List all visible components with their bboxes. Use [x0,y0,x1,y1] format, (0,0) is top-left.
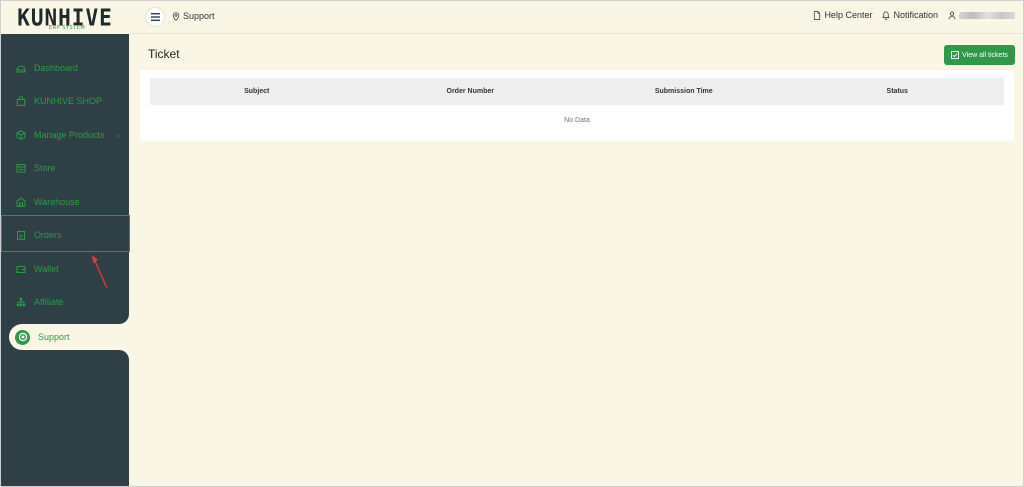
sidebar-item-dashboard[interactable]: Dashboard [1,51,129,84]
sidebar-item-store[interactable]: Store [1,151,129,184]
sidebar-item-kunhive-shop[interactable]: KUNHIVE SHOP [1,84,129,117]
sidebar-item-wallet[interactable]: Wallet [1,252,129,285]
support-icon [15,329,30,345]
bell-icon [882,10,891,20]
orders-icon [17,230,25,240]
sidebar-item-warehouse[interactable]: Warehouse [1,185,129,218]
main-content: Ticket View all tickets Subject Order Nu… [129,34,1023,486]
sidebar: Dashboard KUNHIVE SHOP Manage Products ›… [1,34,129,486]
sidebar-item-support[interactable]: Support [9,324,129,350]
notification-label: Notification [893,10,938,20]
sidebar-item-affiliate[interactable]: Affiliate [1,285,129,318]
breadcrumb: Support [172,11,215,21]
sidebar-item-label: Affiliate [34,296,64,307]
user-menu[interactable] [948,11,1015,20]
dashboard-icon [16,65,26,72]
help-center-link[interactable]: Help Center [813,10,872,20]
table-header: Subject Order Number Submission Time Sta… [150,78,1004,105]
view-all-tickets-button[interactable]: View all tickets [944,45,1015,65]
sidebar-item-label: Wallet [34,263,59,274]
breadcrumb-current: Support [183,11,215,21]
sidebar-item-label: Dashboard [34,62,79,73]
ticket-table-card: Subject Order Number Submission Time Sta… [140,70,1014,141]
sidebar-item-manage-products[interactable]: Manage Products › [1,118,129,151]
top-bar: KUNHIVE ERP SYSTEM Support Help Center N… [1,1,1023,34]
sidebar-item-label: Warehouse [34,196,80,207]
location-pin-icon [172,11,180,21]
sidebar-item-orders[interactable]: Orders [1,218,129,251]
menu-toggle-button[interactable] [146,8,164,26]
user-icon [948,11,956,19]
sidebar-item-label: Manage Products [34,129,105,140]
username-redacted [959,11,1015,19]
column-header-subject: Subject [244,88,270,95]
affiliate-icon [16,297,26,306]
app-frame: KUNHIVE ERP SYSTEM Support Help Center N… [0,0,1024,487]
header-actions: Help Center Notification [813,10,1015,20]
store-icon [16,163,26,172]
sidebar-item-label: Store [34,162,56,173]
column-header-submission-time: Submission Time [654,88,713,95]
tickets-icon [951,51,960,59]
logo[interactable]: KUNHIVE ERP SYSTEM [1,1,129,34]
column-header-status: Status [886,88,908,95]
page-title: Ticket [148,47,180,61]
view-all-tickets-label: View all tickets [962,51,1008,59]
chevron-right-icon: › [116,129,120,140]
sidebar-item-label: Support [38,332,70,342]
hamburger-icon [150,13,160,21]
empty-state-text: No Data [564,117,590,124]
wallet-icon [16,265,26,273]
warehouse-icon [16,196,26,207]
sidebar-item-label: KUNHIVE SHOP [34,95,103,106]
document-icon [814,10,821,20]
column-header-order-number: Order Number [446,88,494,95]
notification-link[interactable]: Notification [882,10,938,20]
logo-subtitle: ERP SYSTEM [49,25,86,31]
help-center-label: Help Center [824,10,873,20]
shopping-bag-icon [16,95,26,106]
sidebar-item-label: Orders [34,229,62,240]
box-icon [16,129,26,140]
